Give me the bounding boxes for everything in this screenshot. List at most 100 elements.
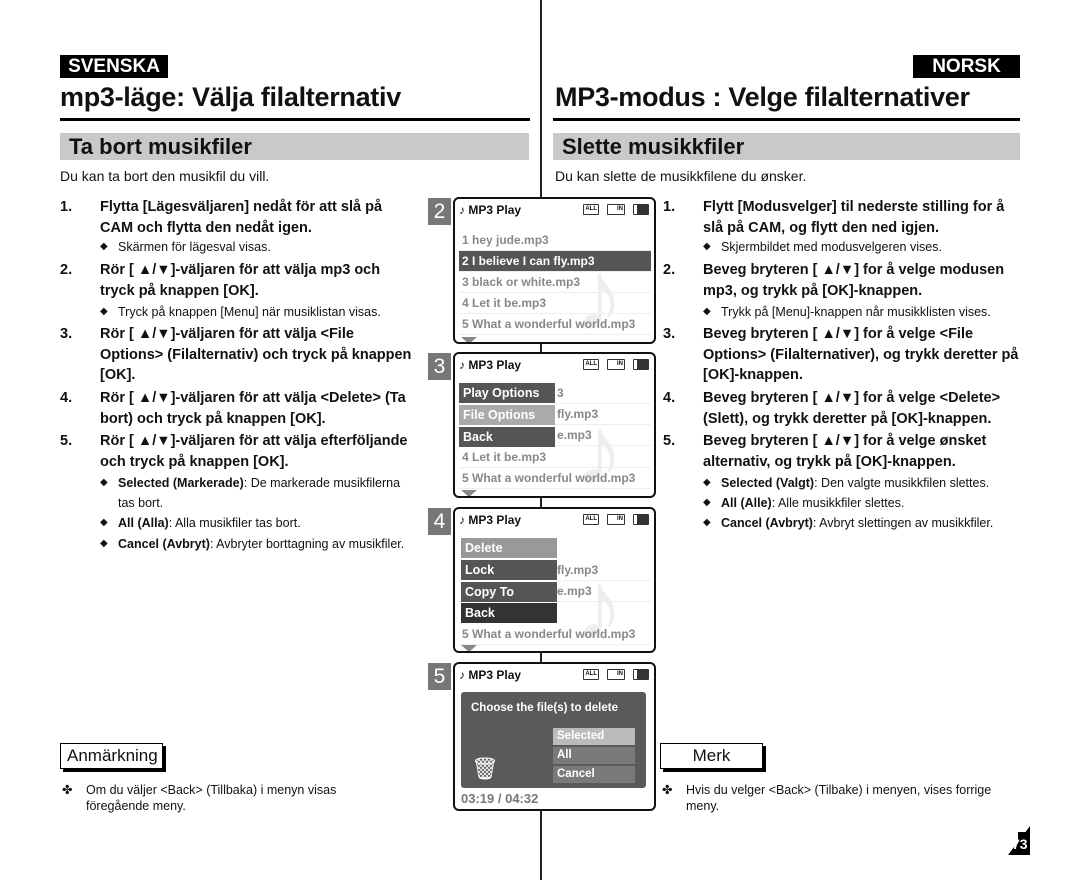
bullet-desc: : Alla musikfiler tas bort. — [168, 516, 301, 530]
menu-item-file-options[interactable]: File Options — [459, 405, 555, 426]
scroll-down-icon[interactable] — [461, 337, 477, 342]
note-no: ✤ Hvis du velger <Back> (Tilbake) i menye… — [662, 782, 1022, 814]
bullet-text: Skjermbildet med modusvelgeren vises. — [721, 237, 1025, 257]
step-text: Rör [ ▲/▼]-väljaren för att välja efterf… — [100, 433, 408, 470]
list-item[interactable]: 3 black or white.mp3 — [459, 272, 651, 293]
bullet-desc: Trykk på [Menu]-knappen når musikklisten… — [721, 305, 991, 319]
status-icons: ALL IN — [583, 669, 649, 680]
step-text: Rör [ ▲/▼]-väljaren för att välja <Delet… — [100, 390, 406, 427]
option-selected[interactable]: Selected — [553, 728, 635, 745]
list-item[interactable]: 1 hey jude.mp3 — [459, 230, 651, 251]
step-text: Rör [ ▲/▼]-väljaren för att välja <File … — [100, 326, 412, 383]
intro-text-sv: Du kan ta bort den musikfil du vill. — [60, 168, 270, 184]
battery-icon — [633, 669, 649, 680]
bullet-text: Tryck på knappen [Menu] när musiklistan … — [118, 302, 418, 322]
step-text: Beveg bryteren [ ▲/▼] for å velge <File … — [703, 326, 1019, 383]
list-item[interactable]: 4 Let it be.mp3 — [459, 447, 651, 468]
section-header-no: Slette musikkfiler — [553, 133, 1020, 160]
note-text: Hvis du velger <Back> (Tilbake) i menyen… — [686, 783, 992, 813]
screen-title: MP3 Play — [468, 513, 522, 527]
menu-item-delete[interactable]: Delete — [461, 538, 557, 559]
diamond-bullet-icon: ◆ — [100, 517, 108, 528]
section-title: Slette musikkfiler — [562, 134, 745, 159]
screen-header: ♪ MP3 Play — [459, 358, 521, 372]
page-number: 73 — [1012, 836, 1028, 852]
battery-icon — [633, 514, 649, 525]
step-text: Beveg bryteren [ ▲/▼] for å velge ønsket… — [703, 433, 987, 470]
bullet-desc: : Alle musikkfiler slettes. — [771, 496, 905, 510]
bullet-desc: : Den valgte musikkfilen slettes. — [814, 476, 990, 490]
battery-icon — [633, 359, 649, 370]
music-note-icon: ♪ — [459, 668, 465, 682]
music-note-icon: ♪ — [459, 513, 465, 527]
bullet-desc: : Avbryt slettingen av musikkfiler. — [812, 516, 994, 530]
step-number: 1. — [60, 199, 73, 215]
step-number: 5. — [60, 433, 73, 449]
screen-header: ♪ MP3 Play — [459, 668, 521, 682]
diamond-bullet-icon: ◆ — [100, 306, 108, 317]
screen-header: ♪ MP3 Play — [459, 203, 521, 217]
bullet-text: Selected (Valgt): Den valgte musikkfilen… — [721, 473, 1025, 493]
scroll-down-icon[interactable] — [461, 490, 477, 496]
all-icon: ALL — [583, 359, 599, 370]
language-badge-svenska: SVENSKA — [60, 55, 168, 78]
playback-time: 03:19 / 04:32 — [461, 791, 539, 806]
memory-in-icon: IN — [607, 359, 625, 370]
list-item[interactable]: 4 Let it be.mp3 — [459, 293, 651, 314]
trash-icon: 🗑 — [471, 756, 499, 781]
bullet-text: Trykk på [Menu]-knappen når musikklisten… — [721, 302, 1025, 322]
option-all[interactable]: All — [553, 747, 635, 764]
list-item[interactable]: 5 What a wonderful world.mp3 — [459, 314, 651, 335]
screen-title: MP3 Play — [468, 203, 522, 217]
menu-item-lock[interactable]: Lock — [461, 560, 557, 581]
bullet-text: Cancel (Avbryt): Avbryter borttagning av… — [118, 534, 418, 554]
all-icon: ALL — [583, 669, 599, 680]
diamond-bullet-icon: ◆ — [703, 241, 711, 252]
bullet-text: Skärmen för lägesval visas. — [118, 237, 418, 257]
screen-title: MP3 Play — [468, 358, 522, 372]
status-icons: ALL IN — [583, 514, 649, 525]
memory-in-icon: IN — [607, 514, 625, 525]
step-text: Flytt [Modusvelger] til nederste stillin… — [703, 199, 1005, 236]
step-number: 2. — [60, 262, 73, 278]
device-screen-2: ♪ ♪ MP3 Play ALL IN 1 hey jude.mp3 2 I be… — [453, 197, 656, 344]
section-title: Ta bort musikfiler — [69, 134, 252, 159]
diamond-bullet-icon: ◆ — [100, 241, 108, 252]
option-cancel[interactable]: Cancel — [553, 766, 635, 783]
diamond-bullet-icon: ◆ — [100, 477, 108, 488]
intro-text-no: Du kan slette de musikkfilene du ønsker. — [555, 168, 807, 184]
battery-icon — [633, 204, 649, 215]
bullet-desc: : Avbryter borttagning av musikfiler. — [209, 537, 405, 551]
step-number: 3. — [60, 326, 73, 342]
device-screen-3: ♪ ♪ MP3 Play ALL IN 3 fly.mp3 e.mp3 4 Let… — [453, 352, 656, 498]
all-icon: ALL — [583, 514, 599, 525]
menu-item-copy-to[interactable]: Copy To — [461, 582, 557, 603]
step-number: 3. — [663, 326, 676, 342]
menu-item-back[interactable]: Back — [459, 427, 555, 448]
step-text: Flytta [Lägesväljaren] nedåt för att slå… — [100, 199, 383, 236]
title-rule — [553, 118, 1020, 121]
cross-bullet-icon: ✤ — [662, 783, 673, 797]
section-header-sv: Ta bort musikfiler — [60, 133, 529, 160]
step-number: 4. — [60, 390, 73, 406]
memory-in-icon: IN — [607, 204, 625, 215]
scroll-down-icon[interactable] — [461, 645, 477, 651]
note-sv: ✤ Om du väljer <Back> (Tillbaka) i menyn … — [62, 782, 362, 814]
status-icons: ALL IN — [583, 204, 649, 215]
menu-item-back[interactable]: Back — [461, 603, 557, 624]
delete-dialog: Choose the file(s) to delete 🗑 Selected … — [461, 692, 646, 788]
list-item[interactable]: 5 What a wonderful world.mp3 — [459, 624, 651, 645]
step-number: 4. — [663, 390, 676, 406]
bullet-term: All (Alla) — [118, 516, 169, 530]
step-number-box: 2 — [428, 198, 451, 225]
list-item[interactable]: 5 What a wonderful world.mp3 — [459, 468, 651, 489]
step-number-box: 4 — [428, 508, 451, 535]
list-item-selected[interactable]: 2 I believe I can fly.mp3 — [459, 251, 651, 272]
bullet-term: All (Alle) — [721, 496, 772, 510]
page-title-no: MP3-modus : Velge filalternativer — [555, 82, 970, 112]
step-number: 2. — [663, 262, 676, 278]
all-icon: ALL — [583, 204, 599, 215]
bullet-term: Cancel (Avbryt) — [721, 516, 813, 530]
music-note-icon: ♪ — [459, 203, 465, 217]
menu-item-play-options[interactable]: Play Options — [459, 383, 555, 404]
